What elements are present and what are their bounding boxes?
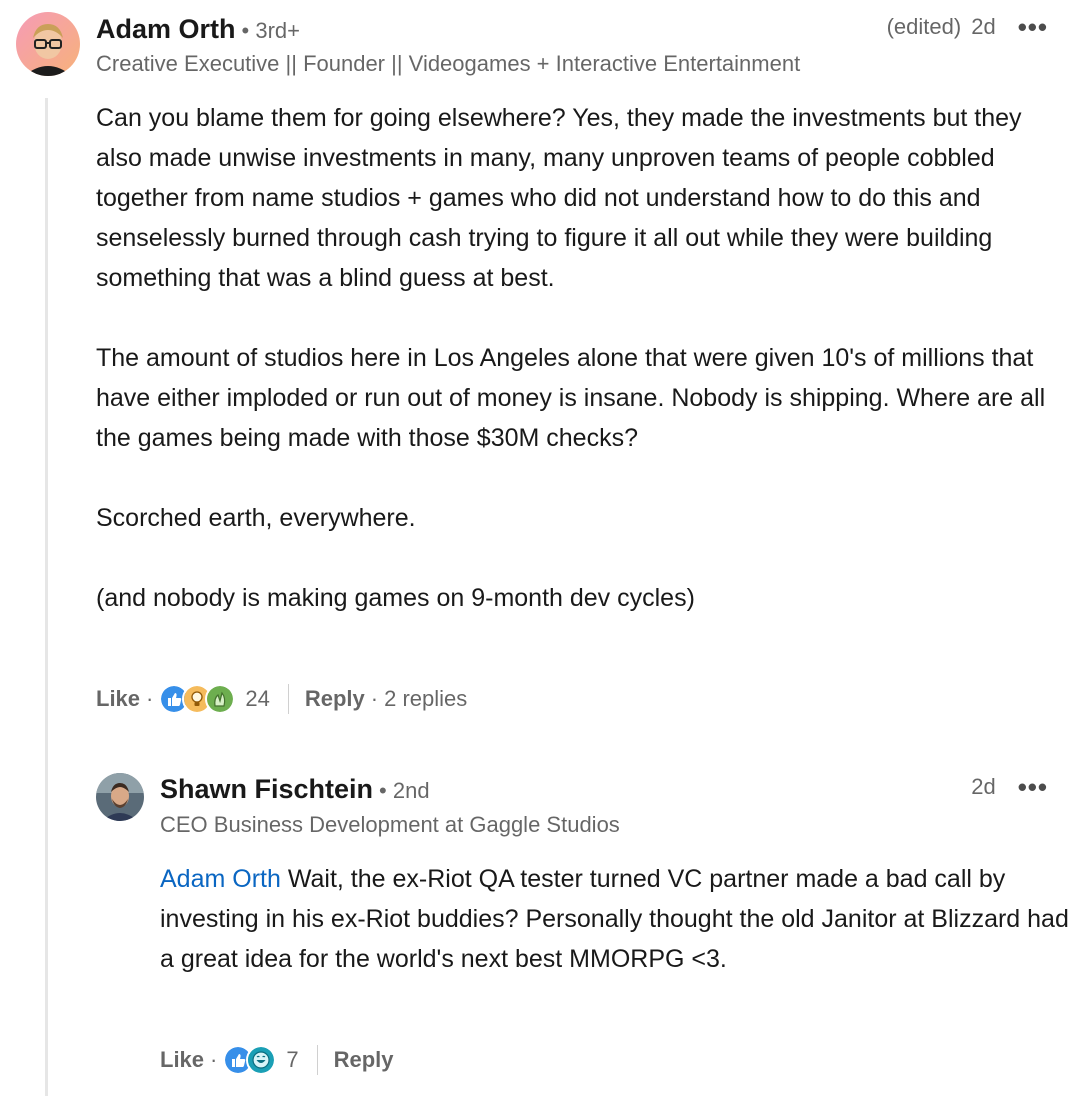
funny-reaction-icon: [246, 1045, 277, 1075]
author-line: Adam Orth • 3rd+: [96, 14, 300, 45]
like-button[interactable]: Like: [160, 1047, 204, 1073]
author-name[interactable]: Adam Orth: [96, 14, 236, 45]
more-options-icon[interactable]: •••: [1018, 774, 1048, 800]
comment-meta: (edited) 2d •••: [887, 14, 1048, 40]
reply-text: Wait, the ex-Riot QA tester turned VC pa…: [160, 865, 1069, 973]
reply-author-headline: CEO Business Development at Gaggle Studi…: [160, 812, 620, 837]
reactions-summary[interactable]: [159, 684, 236, 714]
comment-actions: Like · 24 Reply · 2 replies: [96, 680, 467, 718]
timestamp: 2d: [971, 774, 996, 799]
comment-paragraph: Can you blame them for going elsewhere? …: [96, 104, 1022, 292]
thread-line: [45, 98, 48, 1096]
reply-author-name[interactable]: Shawn Fischtein: [160, 774, 373, 805]
reply-button[interactable]: Reply: [305, 686, 365, 712]
reactions-summary[interactable]: [223, 1045, 277, 1075]
reaction-count[interactable]: 24: [245, 686, 269, 712]
separator-dot: ·: [370, 686, 379, 711]
avatar[interactable]: [16, 12, 80, 76]
action-divider: [316, 1045, 318, 1075]
separator-dot: ·: [146, 686, 154, 711]
separator-dot: ·: [210, 1047, 218, 1072]
comment-paragraph: The amount of studios here in Los Angele…: [96, 344, 1046, 452]
action-divider: [287, 684, 289, 714]
reply-avatar[interactable]: [96, 773, 144, 821]
replies-count-link[interactable]: 2 replies: [384, 686, 467, 712]
edited-label: (edited): [886, 14, 962, 39]
reply-button[interactable]: Reply: [334, 1047, 394, 1073]
celebrate-reaction-icon: [205, 684, 236, 714]
reaction-count[interactable]: 7: [286, 1047, 298, 1073]
reply-actions: Like · 7 Reply: [160, 1041, 394, 1079]
more-options-icon[interactable]: •••: [1018, 14, 1048, 40]
reply-body: Adam Orth Wait, the ex-Riot QA tester tu…: [160, 859, 1075, 979]
reply-author-line: Shawn Fischtein • 2nd: [160, 774, 430, 805]
author-headline: Creative Executive || Founder || Videoga…: [96, 51, 801, 76]
mention-link[interactable]: Adam Orth: [160, 865, 281, 893]
connection-degree: • 2nd: [379, 778, 430, 803]
comment-paragraph: Scorched earth, everywhere.: [96, 504, 416, 532]
connection-degree: • 3rd+: [241, 18, 300, 43]
reply-meta: 2d •••: [971, 774, 1048, 800]
timestamp: 2d: [971, 14, 996, 39]
like-button[interactable]: Like: [96, 686, 140, 712]
comment-paragraph: (and nobody is making games on 9-month d…: [96, 584, 695, 612]
comment-body: Can you blame them for going elsewhere? …: [96, 98, 1071, 658]
